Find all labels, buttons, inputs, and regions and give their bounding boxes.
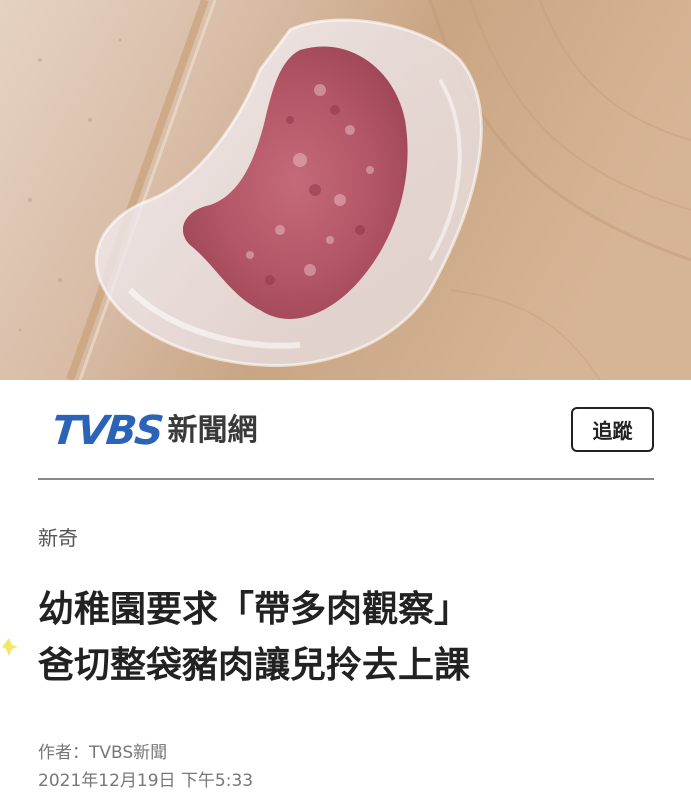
sparkle-icon: [2, 638, 18, 656]
follow-button[interactable]: 追蹤: [571, 407, 654, 452]
article-headline: 幼稚園要求「帶多肉觀察」 爸切整袋豬肉讓兒拎去上課: [38, 582, 658, 694]
hero-photo: [0, 0, 691, 380]
tvbs-logo[interactable]: TVBS 新聞網: [49, 408, 258, 454]
headline-line-2: 爸切整袋豬肉讓兒拎去上課: [38, 645, 471, 686]
article-author: 作者：TVBS新聞: [38, 743, 168, 763]
headline-line-1: 幼稚園要求「帶多肉觀察」: [38, 589, 471, 630]
logo-suffix: 新聞網: [167, 413, 258, 448]
logo-wordmark: TVBS: [49, 408, 164, 454]
article-category[interactable]: 新奇: [38, 522, 78, 551]
article-date: 2021年12月19日 下午5:33: [38, 771, 254, 791]
meat-bag-illustration: [0, 0, 691, 380]
header-divider: [38, 478, 654, 480]
site-header: TVBS 新聞網 追蹤: [0, 380, 691, 480]
